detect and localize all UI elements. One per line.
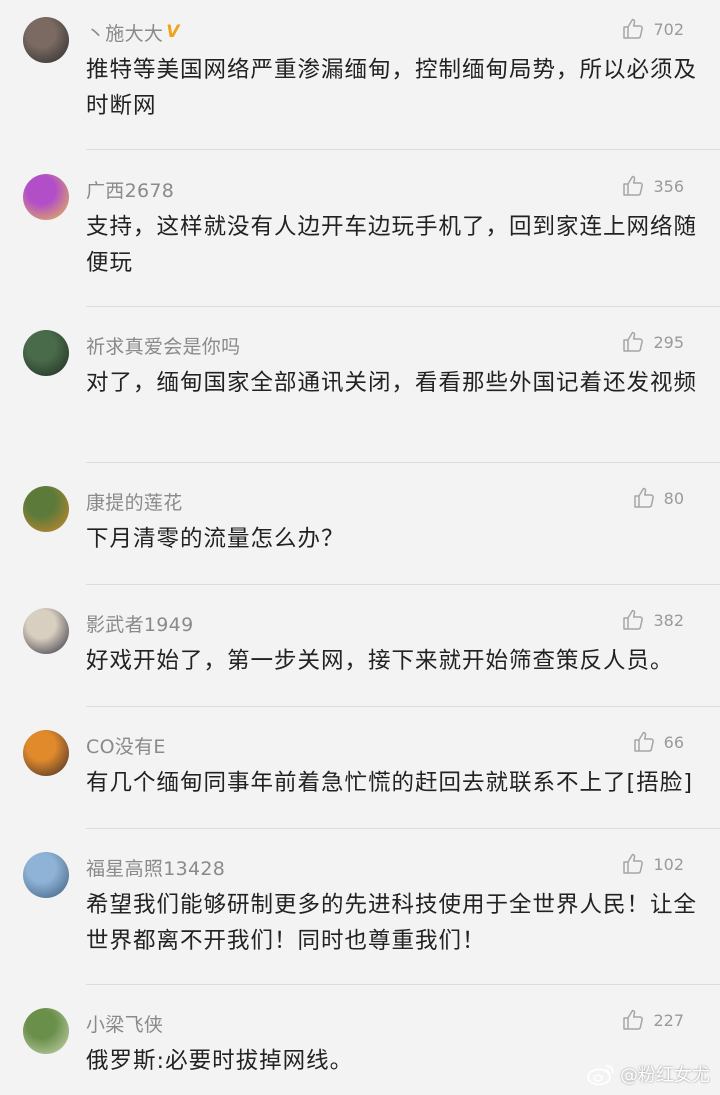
like-button[interactable]: 80 <box>632 485 684 511</box>
divider <box>86 984 720 985</box>
username[interactable]: 福星高照13428 <box>86 854 225 881</box>
avatar[interactable] <box>23 1008 69 1054</box>
avatar[interactable] <box>23 330 69 376</box>
thumbs-up-icon[interactable] <box>621 330 645 354</box>
like-button[interactable]: 227 <box>621 1007 684 1033</box>
like-count: 227 <box>653 1010 684 1030</box>
watermark: @粉红女尤 <box>586 1061 710 1087</box>
thumbs-up-icon[interactable] <box>621 1008 645 1032</box>
thumbs-up-icon[interactable] <box>621 608 645 632</box>
username[interactable]: 影武者1949 <box>86 610 193 637</box>
username-row: 影武者1949 <box>86 610 193 636</box>
like-button[interactable]: 66 <box>632 729 684 755</box>
username-row: 康提的莲花 <box>86 488 183 514</box>
comment-item[interactable]: 祈求真爱会是你吗 295 对了，缅甸国家全部通讯关闭，看看那些外国记着还发视频 <box>0 313 720 461</box>
comment-item[interactable]: 福星高照13428 102 希望我们能够研制更多的先进科技使用于全世界人民！让全… <box>0 835 720 983</box>
username-row: 祈求真爱会是你吗 <box>86 332 240 358</box>
verified-badge: V <box>166 22 180 42</box>
comment-item[interactable]: 康提的莲花 80 下月清零的流量怎么办？ <box>0 469 720 583</box>
like-button[interactable]: 295 <box>621 329 684 355</box>
like-count: 80 <box>663 488 684 508</box>
comment-item[interactable]: 广西2678 356 支持，这样就没有人边开车边玩手机了，回到家连上网络随便玩 <box>0 157 720 305</box>
thumbs-up-icon[interactable] <box>621 852 645 876</box>
comment-text: 下月清零的流量怎么办？ <box>86 526 345 552</box>
username-row: 小梁飞侠 <box>86 1010 163 1036</box>
divider <box>86 462 720 463</box>
comment-text: 有几个缅甸同事年前着急忙慌的赶回去就联系不上了[捂脸] <box>86 770 694 796</box>
watermark-text: @粉红女尤 <box>620 1065 710 1086</box>
comment-text: 推特等美国网络严重渗漏缅甸，控制缅甸局势，所以必须及时断网 <box>86 57 698 119</box>
like-count: 382 <box>653 610 684 630</box>
comment-item[interactable]: 影武者1949 382 好戏开始了，第一步关网，接下来就开始筛查策反人员。 <box>0 591 720 705</box>
username-row: CO没有E <box>86 732 166 758</box>
comment-item[interactable]: 丶施大大 V 702 推特等美国网络严重渗漏缅甸，控制缅甸局势，所以必须及时断网 <box>0 0 720 148</box>
like-button[interactable]: 102 <box>621 851 684 877</box>
avatar[interactable] <box>23 852 69 898</box>
avatar[interactable] <box>23 608 69 654</box>
avatar[interactable] <box>23 174 69 220</box>
divider <box>86 706 720 707</box>
thumbs-up-icon[interactable] <box>621 174 645 198</box>
comment-text: 对了，缅甸国家全部通讯关闭，看看那些外国记着还发视频 <box>86 370 698 396</box>
username[interactable]: 康提的莲花 <box>86 488 183 515</box>
comment-text: 希望我们能够研制更多的先进科技使用于全世界人民！让全世界都离不开我们！同时也尊重… <box>86 892 698 954</box>
comment-item[interactable]: CO没有E 66 有几个缅甸同事年前着急忙慌的赶回去就联系不上了[捂脸] <box>0 713 720 827</box>
like-button[interactable]: 702 <box>621 16 684 42</box>
avatar[interactable] <box>23 17 69 63</box>
username[interactable]: 祈求真爱会是你吗 <box>86 332 240 359</box>
username-row: 福星高照13428 <box>86 854 225 880</box>
like-count: 702 <box>653 19 684 39</box>
like-count: 295 <box>653 332 684 352</box>
avatar[interactable] <box>23 730 69 776</box>
divider <box>86 306 720 307</box>
divider <box>86 828 720 829</box>
username-row: 广西2678 <box>86 176 174 202</box>
divider <box>86 149 720 150</box>
comment-text: 支持，这样就没有人边开车边玩手机了，回到家连上网络随便玩 <box>86 214 698 276</box>
avatar[interactable] <box>23 486 69 532</box>
like-button[interactable]: 356 <box>621 173 684 199</box>
like-count: 66 <box>663 732 684 752</box>
thumbs-up-icon[interactable] <box>621 17 645 41</box>
weibo-logo-icon <box>587 1065 614 1086</box>
username[interactable]: 丶施大大 <box>86 19 163 46</box>
like-button[interactable]: 382 <box>621 607 684 633</box>
thumbs-up-icon[interactable] <box>632 730 656 754</box>
divider <box>86 584 720 585</box>
username-row: 丶施大大 V <box>86 19 179 45</box>
username[interactable]: CO没有E <box>86 732 166 759</box>
username[interactable]: 小梁飞侠 <box>86 1010 163 1037</box>
username[interactable]: 广西2678 <box>86 176 174 203</box>
thumbs-up-icon[interactable] <box>632 486 656 510</box>
like-count: 102 <box>653 854 684 874</box>
comment-text: 好戏开始了，第一步关网，接下来就开始筛查策反人员。 <box>86 648 674 674</box>
like-count: 356 <box>653 176 684 196</box>
